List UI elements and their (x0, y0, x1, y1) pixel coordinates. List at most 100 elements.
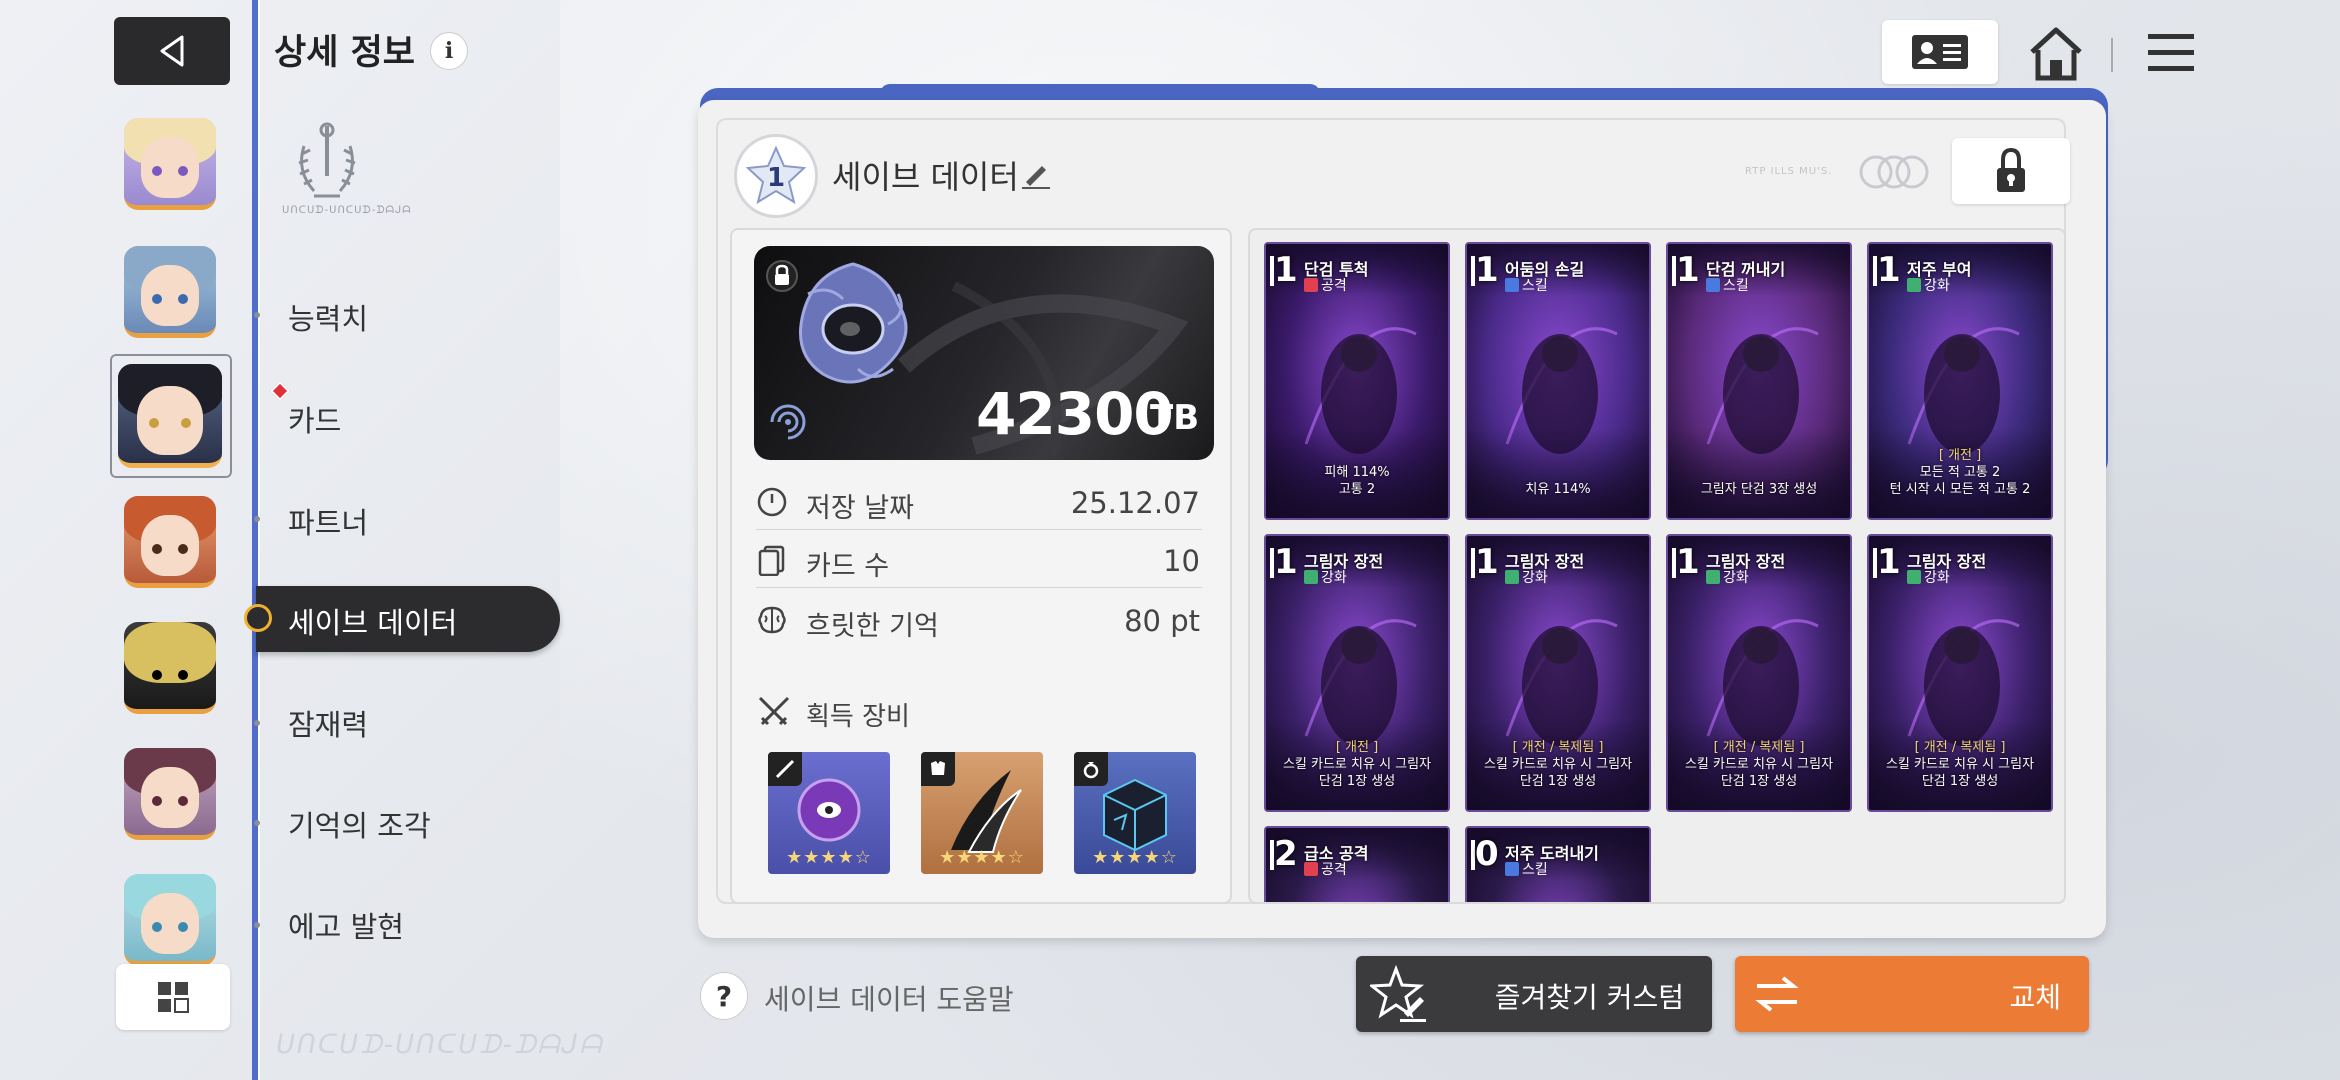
character-avatar-6[interactable] (124, 748, 216, 840)
vortex-icon (770, 404, 806, 440)
id-card-icon (1912, 35, 1968, 69)
menu-bullet (254, 516, 260, 522)
claw-item-icon (951, 770, 1022, 853)
card-cost: 1 (1877, 542, 1901, 582)
card-type-label: 스킬 (1522, 278, 1548, 294)
card-description-line: 단검 1장 생성 (1318, 774, 1396, 789)
equipment-slot-1[interactable]: ★★★★☆ (768, 752, 890, 874)
stat-label: 카드 수 (806, 551, 890, 582)
card-type-icon (1907, 278, 1921, 292)
back-arrow-icon (160, 35, 184, 67)
card-type-label: 강화 (1924, 570, 1950, 586)
toolbar-separator (2111, 38, 2113, 72)
profile-card-button[interactable] (1882, 20, 1998, 84)
sidebar-divider-highlight (258, 0, 260, 1080)
card-description-line: 단검 1장 생성 (1720, 774, 1798, 789)
stat-row-card-count: 카드 수 10 (756, 534, 1202, 588)
emblem-icon (298, 122, 356, 198)
page-title: 상세 정보 (274, 33, 415, 73)
card-type-icon (1505, 862, 1519, 876)
character-avatar-5[interactable] (124, 622, 216, 714)
emblem-caption: ᑌᑎᑕᑌᗪ-ᑌᑎᑕᑌᗪ-ᗪᗩᒍᗩ (282, 205, 412, 216)
save-title: 세이브 데이터 (832, 158, 1019, 196)
nav-item-save-data-label: 세이브 데이터 (288, 606, 458, 640)
nav-item-partner[interactable]: 파트너 (288, 500, 368, 542)
card-footer-shade (1668, 428, 1850, 518)
deck-card[interactable]: 1 단검 투척 공격 피해 114% 고통 2 (1264, 242, 1450, 520)
crossed-swords-icon (758, 696, 790, 726)
help-link[interactable]: 세이브 데이터 도움말 (764, 978, 1014, 1018)
card-tag: [ 개전 ] (1938, 448, 1982, 463)
card-type: 공격 (1304, 859, 1347, 879)
deck-card[interactable]: 1 그림자 장전 강화[ 개전 / 복제됨 ] 스킬 카드로 치유 시 그림자 단검 1… (1867, 534, 2053, 812)
lock-icon (1997, 148, 2025, 192)
deck-card[interactable]: 2 급소 공격 공격 (1264, 826, 1450, 902)
cards-icon (758, 545, 785, 576)
favorite-customize-label: 즐겨찾기 커스텀 (1494, 981, 1684, 1014)
grid-view-button[interactable] (116, 964, 230, 1030)
nav-item-potential[interactable]: 잠재력 (288, 702, 368, 744)
back-button[interactable] (114, 17, 230, 85)
card-description: [ 개전 / 복제됨 ] 스킬 카드로 치유 시 그림자 단검 1장 생성 (1668, 739, 1850, 790)
card-cost: 0 (1475, 834, 1499, 874)
info-icon[interactable]: i (430, 32, 468, 70)
card-description: 치유 114% (1467, 481, 1649, 498)
card-type-icon (1706, 278, 1720, 292)
card-type-icon (1907, 570, 1921, 584)
card-type: 강화 (1907, 567, 1950, 587)
deck-card[interactable]: 0 저주 도려내기 스킬 (1465, 826, 1651, 902)
equipment-slot-3[interactable]: ★★★★☆ (1074, 752, 1196, 874)
card-type: 스킬 (1706, 275, 1749, 295)
new-badge-icon (270, 381, 290, 401)
character-avatar-1[interactable] (124, 118, 216, 210)
favorite-customize-button[interactable]: 즐겨찾기 커스텀 (1356, 956, 1712, 1032)
nav-item-ego-manifest[interactable]: 에고 발현 (288, 904, 404, 946)
deck-card[interactable]: 1 그림자 장전 강화[ 개전 / 복제됨 ] 스킬 카드로 치유 시 그림자 단검 1… (1666, 534, 1852, 812)
hamburger-menu-icon[interactable] (2146, 30, 2196, 76)
card-description-line: 스킬 카드로 치유 시 그림자 (1483, 757, 1633, 772)
rings-icon (1859, 155, 1929, 189)
card-type-icon (1505, 570, 1519, 584)
deck-card[interactable]: 1 그림자 장전 강화[ 개전 / 복제됨 ] 스킬 카드로 치유 시 그림자 단검 1… (1465, 534, 1651, 812)
nav-item-cards[interactable]: 카드 (288, 398, 341, 440)
home-icon[interactable] (2026, 24, 2086, 84)
stat-row-faded-memory: 흐릿한 기억 80 pt (756, 594, 1202, 648)
card-description: [ 개전 ] 스킬 카드로 치유 시 그림자 단검 1장 생성 (1266, 739, 1448, 790)
deck-card[interactable]: 1 단검 꺼내기 스킬 그림자 단검 3장 생성 (1666, 242, 1852, 520)
card-tag: [ 개전 / 복제됨 ] (1512, 740, 1604, 755)
deck-card[interactable]: 1 그림자 장전 강화[ 개전 ] 스킬 카드로 치유 시 그림자 단검 1장 생성 (1264, 534, 1450, 812)
card-type: 공격 (1304, 275, 1347, 295)
card-type-label: 강화 (1924, 278, 1950, 294)
stat-value: 80 pt (1124, 604, 1200, 638)
card-cost: 1 (1475, 250, 1499, 290)
lock-button[interactable] (1952, 138, 2070, 204)
save-emblem-icon (799, 262, 908, 384)
deck-card[interactable]: 1 저주 부여 강화[ 개전 ] 모든 적 고통 2턴 시작 시 모든 적 고통 2 (1867, 242, 2053, 520)
character-avatar-4[interactable] (124, 496, 216, 588)
cube-item-icon (1103, 778, 1167, 852)
equipment-slot-2[interactable]: ★★★★☆ (921, 752, 1043, 874)
card-cost: 1 (1475, 542, 1499, 582)
character-avatar-2[interactable] (124, 246, 216, 338)
deck-card[interactable]: 1 어둠의 손길 스킬 치유 114% (1465, 242, 1651, 520)
card-cost: 1 (1877, 250, 1901, 290)
character-avatar-7[interactable] (124, 874, 216, 966)
stat-value: 25.12.07 (1070, 486, 1200, 520)
card-type-icon (1304, 862, 1318, 876)
card-description: [ 개전 / 복제됨 ] 스킬 카드로 치유 시 그림자 단검 1장 생성 (1869, 739, 2051, 790)
edit-pencil-icon[interactable] (1020, 158, 1052, 190)
nav-item-stats[interactable]: 능력치 (288, 296, 368, 338)
nav-item-memory-fragment[interactable]: 기억의 조각 (288, 803, 431, 845)
card-type-icon (1304, 278, 1318, 292)
card-description: 피해 114% 고통 2 (1266, 464, 1448, 498)
help-icon[interactable]: ? (700, 972, 748, 1020)
card-tag: [ 개전 / 복제됨 ] (1713, 740, 1805, 755)
card-description-line: 치유 114% (1525, 482, 1591, 497)
card-type-label: 강화 (1321, 570, 1347, 586)
character-avatar-3-selected[interactable] (118, 364, 222, 468)
star-edit-icon (1370, 965, 1426, 1022)
menu-bullet (254, 922, 260, 928)
swap-button[interactable]: 교체 (1735, 956, 2089, 1032)
stat-value: 10 (1163, 544, 1200, 578)
save-score: 42300 (976, 380, 1174, 448)
